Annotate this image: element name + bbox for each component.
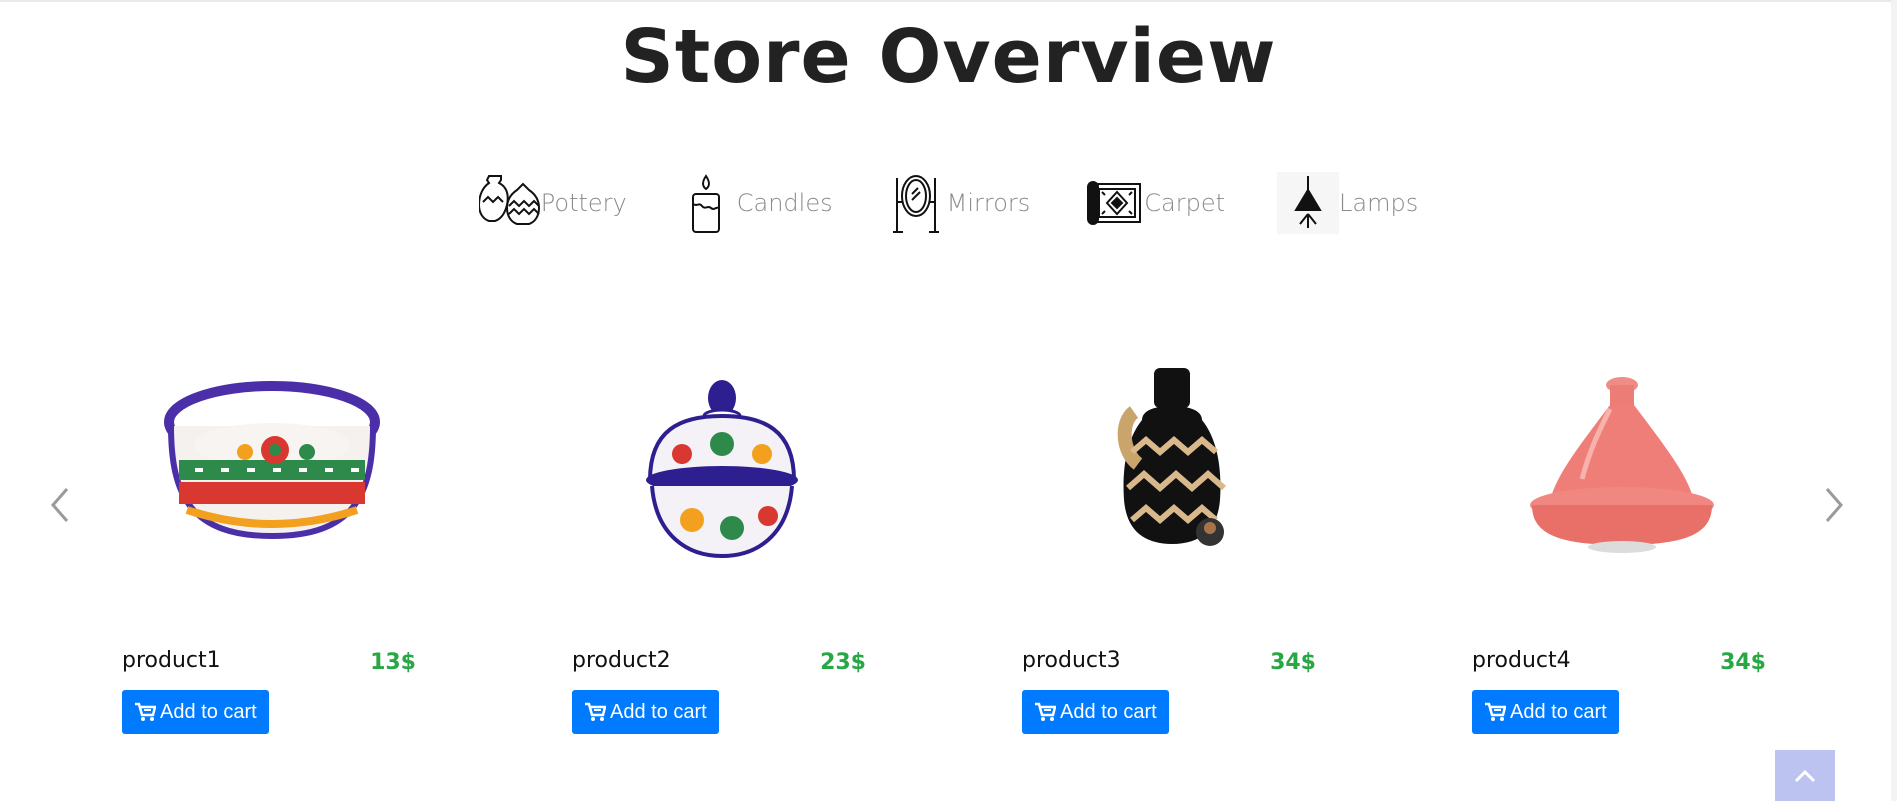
product-carousel: product1 13$ Add to cart product2 23$ Ad… xyxy=(0,350,1897,770)
category-label: Lamps xyxy=(1339,189,1419,217)
product-card[interactable]: product3 34$ Add to cart xyxy=(1022,350,1322,750)
product-price: 13$ xyxy=(370,650,416,675)
patterned-bowl-image[interactable] xyxy=(152,350,392,590)
category-label: Pottery xyxy=(540,189,627,217)
product-price: 34$ xyxy=(1720,650,1766,675)
button-label: Add to cart xyxy=(1510,700,1607,723)
add-to-cart-button[interactable]: Add to cart xyxy=(1472,690,1619,734)
cart-icon xyxy=(585,702,606,721)
chevron-right-icon xyxy=(1825,488,1843,522)
button-label: Add to cart xyxy=(610,700,707,723)
product-card[interactable]: product4 34$ Add to cart xyxy=(1472,350,1772,750)
carousel-next-button[interactable] xyxy=(1820,480,1850,530)
category-candles[interactable]: Candles xyxy=(675,172,833,234)
add-to-cart-button[interactable]: Add to cart xyxy=(1022,690,1169,734)
category-carpet[interactable]: Carpet xyxy=(1082,172,1225,234)
carousel-prev-button[interactable] xyxy=(44,480,74,530)
category-lamps[interactable]: Lamps xyxy=(1277,172,1418,234)
product-price: 34$ xyxy=(1270,650,1316,675)
category-label: Candles xyxy=(736,189,833,217)
category-pottery[interactable]: Pottery xyxy=(478,172,627,234)
product-name: product2 xyxy=(572,648,671,673)
black-jug-image[interactable] xyxy=(1052,350,1292,590)
top-border xyxy=(0,0,1897,2)
cart-icon xyxy=(1035,702,1056,721)
add-to-cart-button[interactable]: Add to cart xyxy=(122,690,269,734)
mirror-icon xyxy=(885,172,947,234)
pottery-icon xyxy=(478,172,541,234)
product-card[interactable]: product2 23$ Add to cart xyxy=(572,350,872,750)
page-title: Store Overview xyxy=(620,14,1277,100)
pink-tagine-image[interactable] xyxy=(1502,350,1742,590)
back-to-top-button[interactable] xyxy=(1775,750,1835,801)
cart-icon xyxy=(1485,702,1506,721)
category-mirrors[interactable]: Mirrors xyxy=(885,172,1031,234)
product-name: product1 xyxy=(122,648,221,673)
chevron-left-icon xyxy=(51,488,69,522)
product-name: product3 xyxy=(1022,648,1121,673)
category-label: Carpet xyxy=(1144,189,1225,217)
product-card[interactable]: product1 13$ Add to cart xyxy=(122,350,422,750)
chevron-up-icon xyxy=(1794,769,1816,782)
cart-icon xyxy=(135,702,156,721)
carpet-icon xyxy=(1082,172,1144,234)
lamp-icon xyxy=(1277,172,1339,234)
category-bar: Pottery Candles Mirrors Carpet Lamps xyxy=(0,172,1897,234)
add-to-cart-button[interactable]: Add to cart xyxy=(572,690,719,734)
button-label: Add to cart xyxy=(1060,700,1157,723)
lidded-sugar-pot-image[interactable] xyxy=(602,350,842,590)
product-name: product4 xyxy=(1472,648,1571,673)
product-price: 23$ xyxy=(820,650,866,675)
category-label: Mirrors xyxy=(946,189,1031,217)
candle-icon xyxy=(675,172,737,234)
button-label: Add to cart xyxy=(160,700,257,723)
